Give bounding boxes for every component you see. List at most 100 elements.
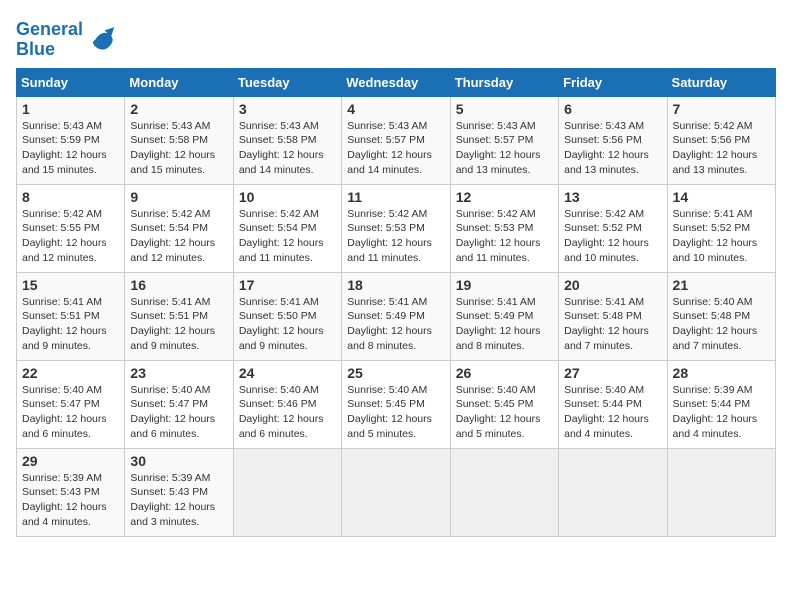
weekday-header-thursday: Thursday <box>450 68 558 96</box>
day-number: 17 <box>239 277 336 293</box>
day-number: 11 <box>347 189 444 205</box>
day-number: 2 <box>130 101 227 117</box>
page-header: General Blue <box>16 16 776 60</box>
calendar-cell: 13 Sunrise: 5:42 AM Sunset: 5:52 PM Dayli… <box>559 184 667 272</box>
day-detail: Sunrise: 5:42 AM Sunset: 5:53 PM Dayligh… <box>347 207 444 266</box>
day-number: 25 <box>347 365 444 381</box>
calendar-week-5: 29 Sunrise: 5:39 AM Sunset: 5:43 PM Dayli… <box>17 448 776 536</box>
day-detail: Sunrise: 5:42 AM Sunset: 5:53 PM Dayligh… <box>456 207 553 266</box>
weekday-header-monday: Monday <box>125 68 233 96</box>
day-number: 15 <box>22 277 119 293</box>
logo-text: General <box>16 20 83 40</box>
logo: General Blue <box>16 20 119 60</box>
day-detail: Sunrise: 5:43 AM Sunset: 5:59 PM Dayligh… <box>22 119 119 178</box>
day-detail: Sunrise: 5:43 AM Sunset: 5:57 PM Dayligh… <box>347 119 444 178</box>
calendar-cell: 5 Sunrise: 5:43 AM Sunset: 5:57 PM Daylig… <box>450 96 558 184</box>
calendar-cell: 11 Sunrise: 5:42 AM Sunset: 5:53 PM Dayli… <box>342 184 450 272</box>
weekday-header-sunday: Sunday <box>17 68 125 96</box>
day-detail: Sunrise: 5:41 AM Sunset: 5:49 PM Dayligh… <box>347 295 444 354</box>
day-detail: Sunrise: 5:39 AM Sunset: 5:43 PM Dayligh… <box>22 471 119 530</box>
calendar-table: SundayMondayTuesdayWednesdayThursdayFrid… <box>16 68 776 537</box>
calendar-week-4: 22 Sunrise: 5:40 AM Sunset: 5:47 PM Dayli… <box>17 360 776 448</box>
day-detail: Sunrise: 5:40 AM Sunset: 5:47 PM Dayligh… <box>130 383 227 442</box>
calendar-cell: 27 Sunrise: 5:40 AM Sunset: 5:44 PM Dayli… <box>559 360 667 448</box>
day-detail: Sunrise: 5:42 AM Sunset: 5:56 PM Dayligh… <box>673 119 770 178</box>
calendar-cell: 21 Sunrise: 5:40 AM Sunset: 5:48 PM Dayli… <box>667 272 775 360</box>
calendar-cell: 17Sunrise: 5:41 AM Sunset: 5:50 PM Dayli… <box>233 272 341 360</box>
calendar-cell <box>342 448 450 536</box>
calendar-cell: 7 Sunrise: 5:42 AM Sunset: 5:56 PM Daylig… <box>667 96 775 184</box>
day-number: 26 <box>456 365 553 381</box>
day-detail: Sunrise: 5:41 AM Sunset: 5:51 PM Dayligh… <box>22 295 119 354</box>
day-number: 14 <box>673 189 770 205</box>
day-detail: Sunrise: 5:41 AM Sunset: 5:51 PM Dayligh… <box>130 295 227 354</box>
calendar-cell: 30 Sunrise: 5:39 AM Sunset: 5:43 PM Dayli… <box>125 448 233 536</box>
day-detail: Sunrise: 5:39 AM Sunset: 5:43 PM Dayligh… <box>130 471 227 530</box>
weekday-header-saturday: Saturday <box>667 68 775 96</box>
calendar-cell: 29 Sunrise: 5:39 AM Sunset: 5:43 PM Dayli… <box>17 448 125 536</box>
day-detail: Sunrise: 5:40 AM Sunset: 5:45 PM Dayligh… <box>347 383 444 442</box>
day-detail: Sunrise: 5:40 AM Sunset: 5:46 PM Dayligh… <box>239 383 336 442</box>
weekday-header-row: SundayMondayTuesdayWednesdayThursdayFrid… <box>17 68 776 96</box>
calendar-cell: 26Sunrise: 5:40 AM Sunset: 5:45 PM Dayli… <box>450 360 558 448</box>
day-number: 29 <box>22 453 119 469</box>
day-number: 27 <box>564 365 661 381</box>
calendar-cell: 9 Sunrise: 5:42 AM Sunset: 5:54 PM Daylig… <box>125 184 233 272</box>
day-detail: Sunrise: 5:39 AM Sunset: 5:44 PM Dayligh… <box>673 383 770 442</box>
calendar-cell: 4 Sunrise: 5:43 AM Sunset: 5:57 PM Daylig… <box>342 96 450 184</box>
day-number: 30 <box>130 453 227 469</box>
calendar-cell <box>667 448 775 536</box>
calendar-cell: 25 Sunrise: 5:40 AM Sunset: 5:45 PM Dayli… <box>342 360 450 448</box>
day-detail: Sunrise: 5:43 AM Sunset: 5:58 PM Dayligh… <box>130 119 227 178</box>
calendar-cell: 24Sunrise: 5:40 AM Sunset: 5:46 PM Dayli… <box>233 360 341 448</box>
day-number: 7 <box>673 101 770 117</box>
calendar-cell: 2 Sunrise: 5:43 AM Sunset: 5:58 PM Daylig… <box>125 96 233 184</box>
day-detail: Sunrise: 5:42 AM Sunset: 5:54 PM Dayligh… <box>239 207 336 266</box>
day-detail: Sunrise: 5:41 AM Sunset: 5:49 PM Dayligh… <box>456 295 553 354</box>
calendar-cell <box>233 448 341 536</box>
day-number: 13 <box>564 189 661 205</box>
calendar-cell: 1 Sunrise: 5:43 AM Sunset: 5:59 PM Daylig… <box>17 96 125 184</box>
day-detail: Sunrise: 5:40 AM Sunset: 5:47 PM Dayligh… <box>22 383 119 442</box>
day-number: 5 <box>456 101 553 117</box>
day-number: 22 <box>22 365 119 381</box>
calendar-cell <box>559 448 667 536</box>
day-detail: Sunrise: 5:41 AM Sunset: 5:52 PM Dayligh… <box>673 207 770 266</box>
calendar-cell: 20 Sunrise: 5:41 AM Sunset: 5:48 PM Dayli… <box>559 272 667 360</box>
calendar-cell: 12 Sunrise: 5:42 AM Sunset: 5:53 PM Dayli… <box>450 184 558 272</box>
calendar-cell: 3Sunrise: 5:43 AM Sunset: 5:58 PM Daylig… <box>233 96 341 184</box>
day-number: 12 <box>456 189 553 205</box>
day-number: 23 <box>130 365 227 381</box>
day-detail: Sunrise: 5:40 AM Sunset: 5:48 PM Dayligh… <box>673 295 770 354</box>
calendar-cell: 14 Sunrise: 5:41 AM Sunset: 5:52 PM Dayli… <box>667 184 775 272</box>
day-detail: Sunrise: 5:43 AM Sunset: 5:56 PM Dayligh… <box>564 119 661 178</box>
day-number: 3 <box>239 101 336 117</box>
calendar-cell: 10Sunrise: 5:42 AM Sunset: 5:54 PM Dayli… <box>233 184 341 272</box>
day-number: 8 <box>22 189 119 205</box>
day-number: 28 <box>673 365 770 381</box>
logo-subtext: Blue <box>16 40 83 60</box>
calendar-cell: 18 Sunrise: 5:41 AM Sunset: 5:49 PM Dayli… <box>342 272 450 360</box>
day-detail: Sunrise: 5:40 AM Sunset: 5:44 PM Dayligh… <box>564 383 661 442</box>
day-number: 20 <box>564 277 661 293</box>
weekday-header-wednesday: Wednesday <box>342 68 450 96</box>
day-detail: Sunrise: 5:43 AM Sunset: 5:57 PM Dayligh… <box>456 119 553 178</box>
day-detail: Sunrise: 5:41 AM Sunset: 5:48 PM Dayligh… <box>564 295 661 354</box>
day-number: 6 <box>564 101 661 117</box>
calendar-week-1: 1 Sunrise: 5:43 AM Sunset: 5:59 PM Daylig… <box>17 96 776 184</box>
calendar-week-3: 15 Sunrise: 5:41 AM Sunset: 5:51 PM Dayli… <box>17 272 776 360</box>
calendar-cell: 19Sunrise: 5:41 AM Sunset: 5:49 PM Dayli… <box>450 272 558 360</box>
calendar-cell <box>450 448 558 536</box>
day-number: 16 <box>130 277 227 293</box>
day-detail: Sunrise: 5:42 AM Sunset: 5:54 PM Dayligh… <box>130 207 227 266</box>
calendar-cell: 16 Sunrise: 5:41 AM Sunset: 5:51 PM Dayli… <box>125 272 233 360</box>
day-detail: Sunrise: 5:42 AM Sunset: 5:52 PM Dayligh… <box>564 207 661 266</box>
calendar-cell: 15 Sunrise: 5:41 AM Sunset: 5:51 PM Dayli… <box>17 272 125 360</box>
day-number: 9 <box>130 189 227 205</box>
day-number: 4 <box>347 101 444 117</box>
logo-icon <box>87 24 119 56</box>
calendar-cell: 8Sunrise: 5:42 AM Sunset: 5:55 PM Daylig… <box>17 184 125 272</box>
day-number: 1 <box>22 101 119 117</box>
day-number: 18 <box>347 277 444 293</box>
day-number: 21 <box>673 277 770 293</box>
